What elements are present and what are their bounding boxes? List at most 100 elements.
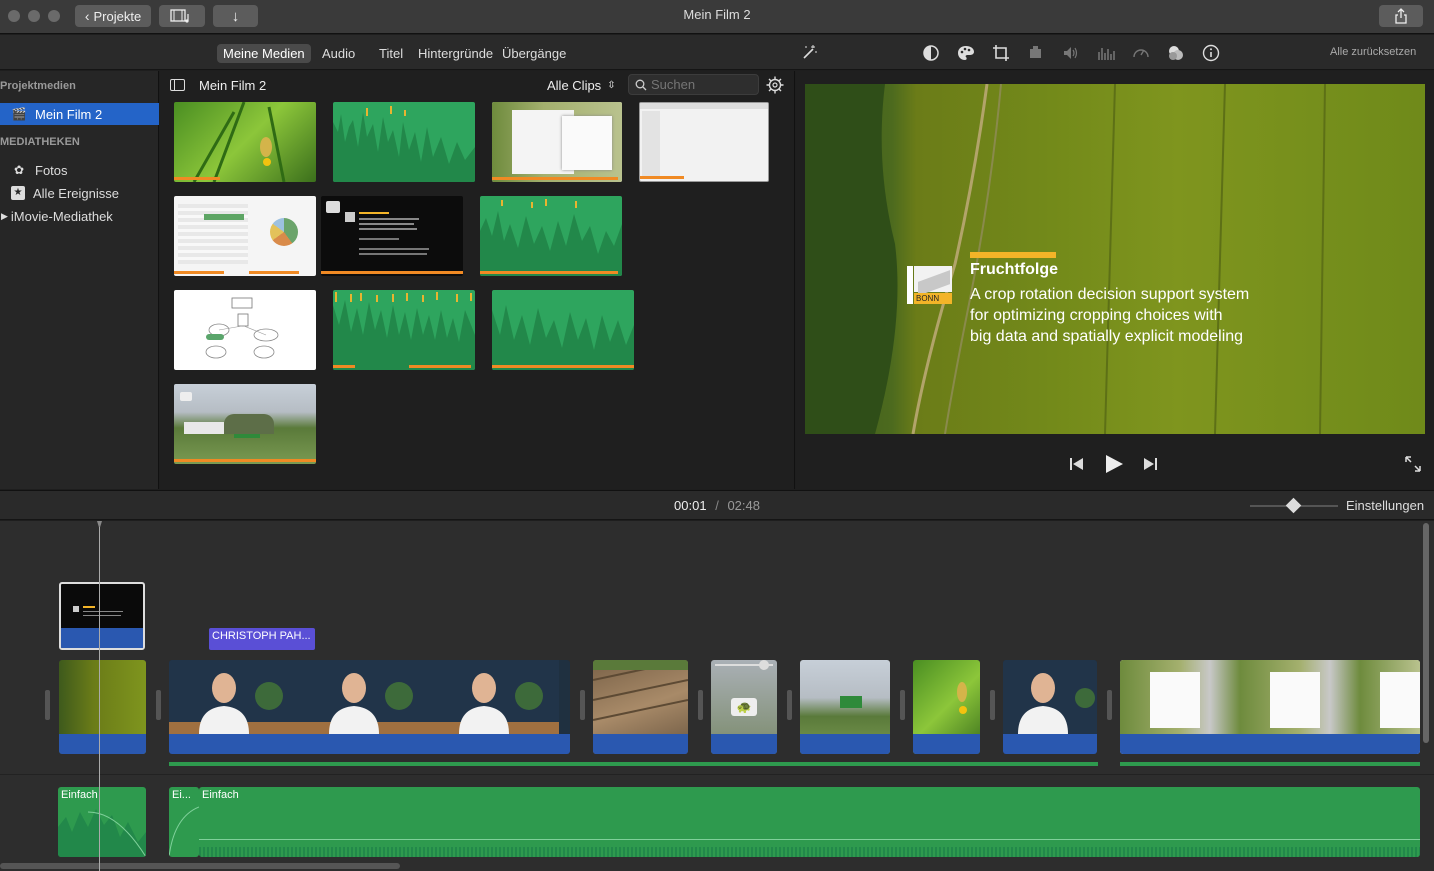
search-field[interactable] [628, 74, 759, 95]
reset-all-button[interactable]: Alle zurücksetzen [1330, 46, 1416, 58]
video-clip[interactable] [59, 660, 146, 754]
sidebar-item-label: Alle Ereignisse [33, 185, 119, 201]
tab-audio[interactable]: Audio [316, 44, 361, 63]
title-clip[interactable] [59, 582, 145, 650]
clip-trim-handle[interactable] [990, 690, 995, 720]
equalizer-icon[interactable] [1096, 43, 1116, 63]
horizontal-scrollbar[interactable] [0, 863, 400, 869]
sidebar-item-project[interactable]: 🎬 Mein Film 2 [0, 103, 159, 125]
background-audio-clip[interactable]: Ei... [169, 787, 199, 857]
audio-clip-thumbnail[interactable] [480, 196, 622, 276]
photo-thumbnail[interactable] [174, 384, 316, 464]
timeline-header: 00:01 / 02:48 Einstellungen [0, 490, 1434, 520]
tab-titles[interactable]: Titel [373, 44, 409, 63]
skip-back-icon[interactable] [1069, 457, 1085, 471]
close-window-button[interactable] [8, 10, 20, 22]
video-clip[interactable] [593, 660, 688, 754]
clip-filter-label: Alle Clips [547, 78, 602, 93]
timeline-settings-button[interactable]: Einstellungen [1346, 498, 1424, 513]
crop-icon[interactable] [991, 43, 1011, 63]
title-slide-thumbnail[interactable] [321, 196, 463, 276]
screen-recording-thumbnail[interactable] [639, 102, 769, 182]
project-media-heading: Projektmedien [0, 80, 76, 92]
sidebar-item-imovie-library[interactable]: ▶ iMovie-Mediathek [0, 205, 159, 227]
playhead-line[interactable] [99, 527, 100, 871]
updown-chevron-icon: ⇳ [607, 80, 616, 91]
timeline[interactable]: CHRISTOPH PAH... 🐢 Einfach Ei... Einfach [0, 521, 1434, 871]
tab-backgrounds[interactable]: Hintergründe [412, 44, 499, 63]
preview-frame: BONN Fruchtfolge A crop rotation decisio… [805, 84, 1425, 434]
media-clip-thumbnail[interactable] [174, 102, 316, 182]
background-audio-clip[interactable]: Einfach [199, 787, 1420, 857]
browser-title: Mein Film 2 [199, 78, 267, 93]
skip-forward-icon[interactable] [1142, 457, 1158, 471]
arrow-down-icon: ↓ [231, 7, 240, 25]
tab-transitions[interactable]: Übergänge [496, 44, 572, 63]
clip-trim-handle[interactable] [580, 690, 585, 720]
film-music-icon [170, 9, 189, 23]
zoom-slider[interactable] [1250, 497, 1338, 514]
clip-trim-handle[interactable] [156, 690, 161, 720]
sidebar-item-all-events[interactable]: ★ Alle Ereignisse [0, 182, 159, 204]
media-browser: Mein Film 2 Alle Clips ⇳ [160, 71, 795, 489]
volume-icon[interactable] [1061, 43, 1081, 63]
import-button[interactable]: ↓ [213, 5, 258, 27]
audio-clip-thumbnail[interactable] [333, 102, 475, 182]
clip-trim-handle[interactable] [698, 690, 703, 720]
audio-clip-label: Einfach [61, 789, 98, 801]
turtle-slow-motion-icon: 🐢 [731, 698, 757, 716]
sidebar-item-label: Fotos [35, 162, 68, 178]
fullscreen-icon[interactable] [1404, 455, 1422, 473]
interview-video-clip[interactable] [169, 660, 570, 754]
stabilization-icon[interactable] [1026, 43, 1046, 63]
magic-wand-icon[interactable] [799, 43, 819, 63]
clip-trim-handle[interactable] [787, 690, 792, 720]
minimize-window-button[interactable] [28, 10, 40, 22]
clip-trim-handle[interactable] [45, 690, 50, 720]
background-audio-clip[interactable]: Einfach [58, 787, 146, 857]
logo-text: BONN [914, 293, 952, 304]
disclosure-triangle-icon[interactable]: ▶ [1, 211, 8, 222]
video-clip[interactable] [913, 660, 980, 754]
total-time: 02:48 [727, 498, 760, 513]
back-to-projects-button[interactable]: ‹ Projekte [75, 5, 151, 27]
interview-video-clip[interactable] [1003, 660, 1097, 754]
color-correction-icon[interactable] [956, 43, 976, 63]
sidebar-item-label: Mein Film 2 [35, 106, 103, 122]
video-overlay-icon[interactable] [1166, 43, 1186, 63]
diagram-slide-thumbnail[interactable] [174, 290, 316, 370]
info-icon[interactable] [1201, 43, 1221, 63]
clapperboard-icon: 🎬 [11, 107, 27, 121]
audio-clip-thumbnail[interactable] [333, 290, 475, 370]
screen-recording-thumbnail[interactable] [174, 196, 316, 276]
slide-title: Fruchtfolge [970, 261, 1058, 278]
color-balance-icon[interactable] [921, 43, 941, 63]
video-clip[interactable] [800, 660, 890, 754]
search-input[interactable] [651, 77, 751, 92]
sidebar-toggle-icon[interactable] [170, 79, 185, 91]
tab-my-media[interactable]: Meine Medien [217, 44, 311, 63]
sidebar-item-photos[interactable]: ✿ Fotos [0, 159, 159, 181]
search-icon [635, 79, 647, 91]
screen-recording-clip[interactable] [1120, 660, 1420, 754]
slow-motion-clip[interactable]: 🐢 [711, 660, 777, 754]
clip-trim-handle[interactable] [1107, 690, 1112, 720]
zoom-window-button[interactable] [48, 10, 60, 22]
vertical-scrollbar[interactable] [1423, 523, 1429, 743]
lower-third-title-clip[interactable]: CHRISTOPH PAH... [209, 628, 315, 650]
university-logo: BONN [907, 266, 953, 304]
sidebar-item-label: iMovie-Mediathek [10, 208, 113, 224]
gear-icon[interactable] [766, 76, 784, 94]
play-icon[interactable] [1104, 454, 1124, 474]
zoom-slider-knob[interactable] [1285, 497, 1302, 514]
screen-recording-thumbnail[interactable] [492, 102, 622, 182]
attached-audio-bar[interactable] [169, 762, 1098, 766]
clip-filter-select[interactable]: Alle Clips ⇳ [547, 78, 616, 93]
media-library-button[interactable] [159, 5, 205, 27]
attached-audio-bar[interactable] [1120, 762, 1420, 766]
share-button[interactable] [1379, 5, 1423, 27]
speed-icon[interactable] [1131, 43, 1151, 63]
clip-trim-handle[interactable] [900, 690, 905, 720]
audio-clip-thumbnail[interactable] [492, 290, 634, 370]
track-divider [0, 774, 1434, 775]
